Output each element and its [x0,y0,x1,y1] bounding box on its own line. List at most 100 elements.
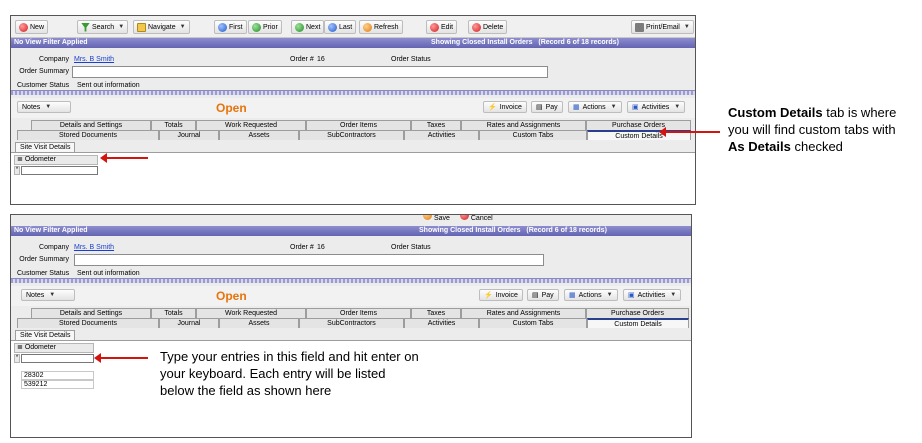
filter-bar: No View Filter Applied Showing Closed In… [11,38,695,48]
tab-custom-tabs[interactable]: Custom Tabs [479,318,587,328]
panel-toolbar: Notes ▼ Open ⚡ Invoice ▤ Pay ▦ Actions ▼ ▣ Act… [11,286,691,306]
tab-details-and-settings[interactable]: Details and Settings [31,120,151,130]
notes-dropdown[interactable]: Notes ▼ [21,289,75,301]
order-status-open: Open [216,289,247,303]
tab-rates-and-assignments[interactable]: Rates and Assignments [461,120,586,130]
chevron-down-icon: ▼ [179,24,186,30]
tab-subcontractors[interactable]: SubContractors [299,318,404,328]
last-icon [328,22,337,32]
filter-text: No View Filter Applied [14,227,88,234]
annotation-type-entries: Type your entries in this field and hit … [160,349,419,398]
tab-totals[interactable]: Totals [151,308,196,318]
print-icon [635,22,644,32]
delete-button[interactable]: Delete [468,20,508,34]
actions-dropdown[interactable]: ▦ Actions ▼ [568,101,622,113]
notes-dropdown[interactable]: Notes ▼ [17,101,71,113]
odometer-input[interactable] [21,354,94,363]
tab-row-2: Stored Documents Journal Assets SubContr… [11,130,695,140]
tab-activities[interactable]: Activities [404,318,479,328]
tab-custom-details[interactable]: Custom Details [587,318,689,328]
actions-dropdown[interactable]: ▦ Actions ▼ [564,289,618,301]
invoice-button[interactable]: ⚡ Invoice [479,289,523,301]
order-summary-label: Order Summary [19,68,69,75]
subtab-site-visit-details[interactable]: Site Visit Details [15,142,76,152]
first-button[interactable]: First [214,20,247,34]
splitter[interactable] [11,90,695,95]
tab-subcontractors[interactable]: SubContractors [299,130,404,140]
edit-button[interactable]: Edit [426,20,458,34]
edit-icon [430,22,439,32]
pay-button[interactable]: ▤ Pay [527,289,559,301]
cancel-button[interactable]: Cancel [459,215,493,222]
pay-icon: ▤ [532,292,539,299]
tab-assets[interactable]: Assets [219,130,299,140]
order-summary-label: Order Summary [19,256,69,263]
activities-dropdown[interactable]: ▣ Activities ▼ [627,101,686,113]
new-icon [19,22,28,32]
order-summary-input[interactable] [74,254,544,266]
chevron-down-icon: ▼ [49,292,56,298]
order-number-value: 16 [317,244,325,251]
grid-icon: ≣ [17,344,23,351]
annotation-custom-details: Custom Details tab is where you will fin… [728,105,897,154]
record-info: Showing Closed Install Orders (Record 6 … [431,39,619,46]
prior-button[interactable]: Prior [248,20,282,34]
next-button[interactable]: Next [291,20,325,34]
refresh-button[interactable]: Refresh [359,20,403,34]
grid-icon: ≣ [17,156,23,163]
record-info: Showing Closed Install Orders (Record 6 … [419,227,607,234]
tab-purchase-orders[interactable]: Purchase Orders [586,120,691,130]
tab-row-1: Details and Settings Totals Work Request… [11,120,695,130]
tab-order-items[interactable]: Order Items [306,120,411,130]
print-email-button[interactable]: Print/Email ▼ [631,20,694,34]
tab-totals[interactable]: Totals [151,120,196,130]
tab-work-requested[interactable]: Work Requested [196,120,306,130]
navigate-button[interactable]: Navigate ▼ [133,20,190,34]
tab-taxes[interactable]: Taxes [411,308,461,318]
subtab-site-visit-details[interactable]: Site Visit Details [15,330,76,340]
tab-purchase-orders[interactable]: Purchase Orders [586,308,689,318]
tab-details-and-settings[interactable]: Details and Settings [31,308,151,318]
screenshot-top: New Search ▼ Navigate ▼ First Prior Next L… [10,15,696,205]
navigate-icon [137,22,146,32]
tab-activities[interactable]: Activities [404,130,479,140]
list-item[interactable]: 539212 [21,380,94,389]
funnel-icon [81,22,90,32]
tab-work-requested[interactable]: Work Requested [196,308,306,318]
arrow-to-subtab [100,153,148,163]
last-button[interactable]: Last [324,20,357,34]
tab-row-1: Details and Settings Totals Work Request… [11,308,691,318]
company-link[interactable]: Mrs. B Smith [74,56,114,63]
odometer-input[interactable] [21,166,98,175]
tab-stored-documents[interactable]: Stored Documents [17,318,159,328]
search-button[interactable]: Search ▼ [77,20,129,34]
splitter[interactable] [11,278,691,283]
cancel-icon [459,215,469,220]
tab-journal[interactable]: Journal [159,318,219,328]
tab-stored-documents[interactable]: Stored Documents [17,130,159,140]
tab-journal[interactable]: Journal [159,130,219,140]
chevron-down-icon: ▼ [118,24,125,30]
pay-icon: ▤ [536,104,543,111]
list-item[interactable]: 28302 [21,371,94,380]
company-link[interactable]: Mrs. B Smith [74,244,114,251]
odometer-column-header: ≣ Odometer [14,155,98,165]
company-label: Company [39,244,69,251]
order-status-open: Open [216,101,247,115]
chevron-down-icon: ▼ [45,104,52,110]
invoice-button[interactable]: ⚡ Invoice [483,101,527,113]
delete-icon [472,22,481,32]
pay-button[interactable]: ▤ Pay [531,101,563,113]
tab-custom-tabs[interactable]: Custom Tabs [479,130,587,140]
save-button[interactable]: Save [423,215,450,222]
prior-icon [252,22,261,32]
new-button[interactable]: New [15,20,49,34]
activities-icon: ▣ [628,292,635,299]
activities-dropdown[interactable]: ▣ Activities ▼ [623,289,682,301]
tab-taxes[interactable]: Taxes [411,120,461,130]
tab-assets[interactable]: Assets [219,318,299,328]
tab-rates-and-assignments[interactable]: Rates and Assignments [461,308,586,318]
tab-order-items[interactable]: Order Items [306,308,411,318]
tab-row-2: Stored Documents Journal Assets SubContr… [11,318,691,328]
order-summary-input[interactable] [72,66,548,78]
